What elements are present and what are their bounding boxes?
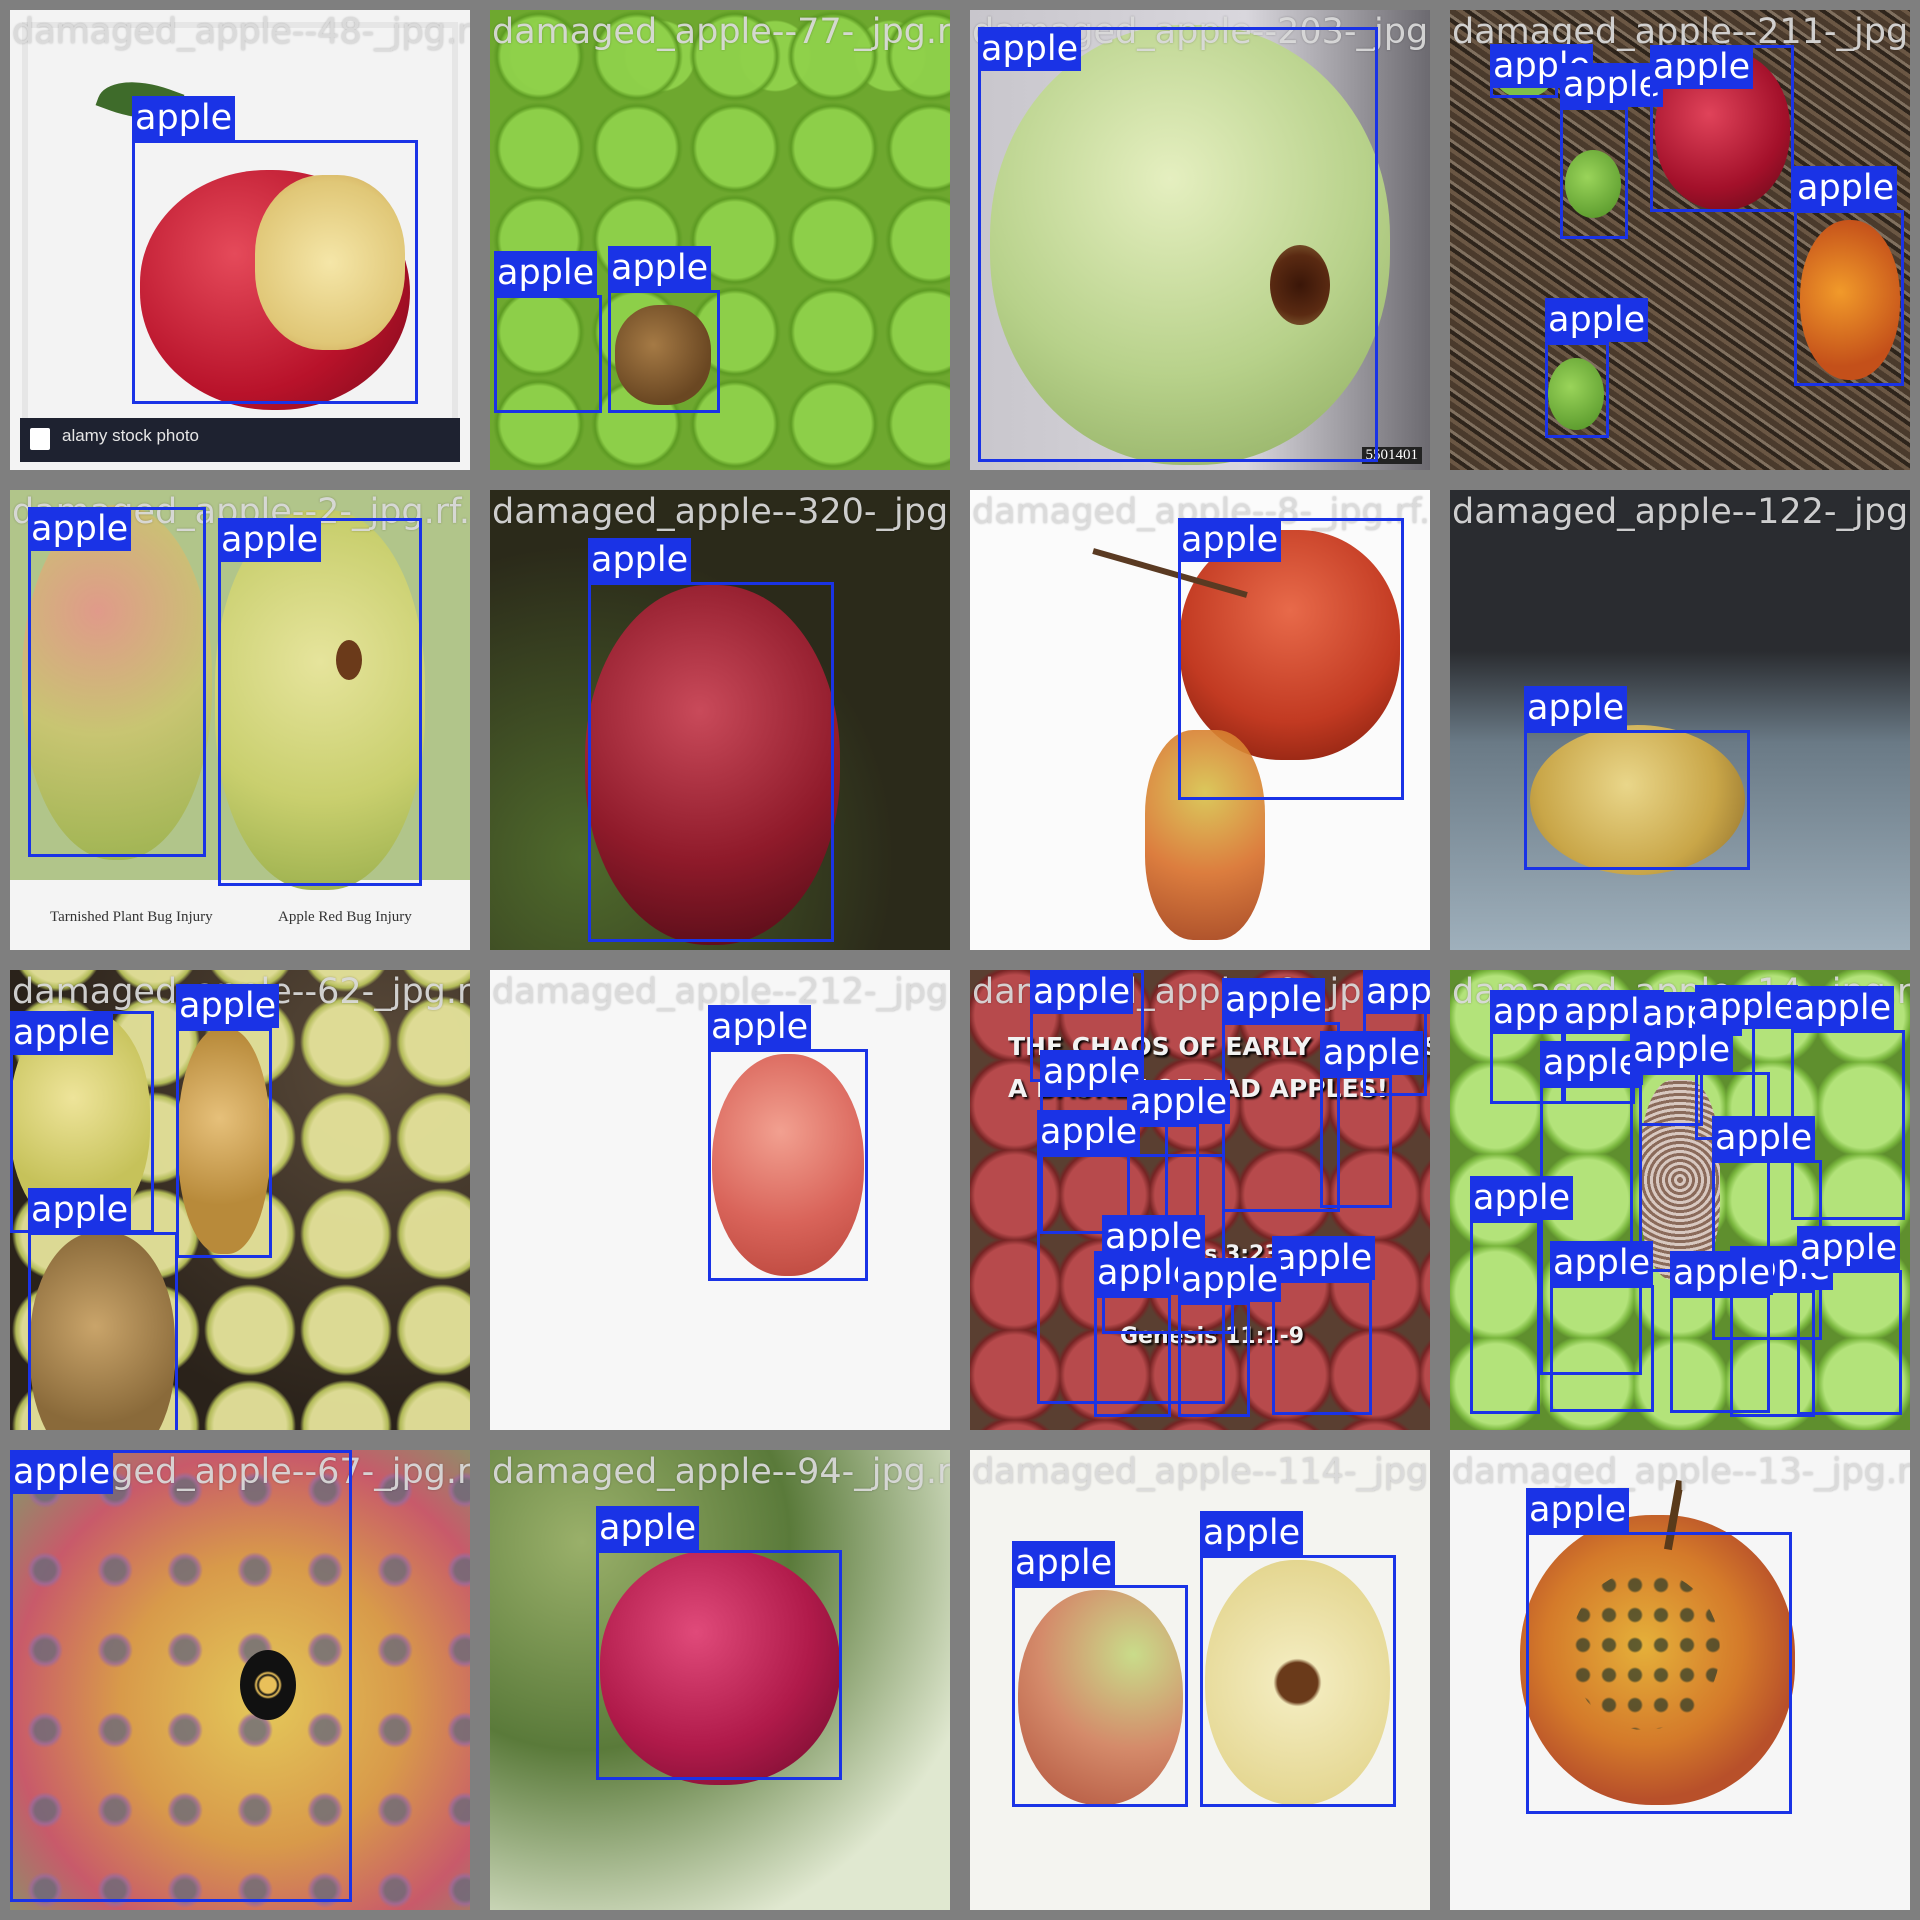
image-tile: alamy stock photo damaged_apple--48-_jpg.… bbox=[10, 10, 470, 470]
detection-label: apple bbox=[1526, 1488, 1630, 1532]
detection-box: apple bbox=[1094, 1251, 1198, 1417]
detection-label: apple bbox=[1540, 1041, 1644, 1085]
image-tile: THE CHAOS OF EARLY GENESISA BASKET OF BA… bbox=[970, 970, 1430, 1430]
detection-box: apple bbox=[1524, 686, 1750, 870]
detection-box: apple bbox=[1490, 44, 1594, 98]
detection-box: apple bbox=[28, 507, 206, 857]
detection-label: apple bbox=[1545, 298, 1649, 342]
detection-label: apple bbox=[596, 1506, 700, 1550]
detection-box: apple bbox=[1545, 298, 1649, 438]
detection-box: apple bbox=[596, 1506, 842, 1780]
image-tile: damaged_apple--8-_jpg.rf. apple bbox=[970, 490, 1430, 950]
detection-label: apple bbox=[608, 246, 712, 290]
detection-box: apple bbox=[708, 1005, 868, 1281]
detection-label: apple bbox=[1178, 1258, 1282, 1302]
detection-label: apple bbox=[978, 27, 1082, 71]
detection-label: apple bbox=[1712, 1116, 1816, 1160]
detection-label: apple bbox=[28, 1188, 132, 1232]
detection-box: apple bbox=[1550, 1241, 1654, 1412]
detection-label: apple bbox=[132, 96, 236, 140]
detection-label: apple bbox=[1030, 970, 1134, 1014]
detection-label: apple bbox=[1550, 1241, 1654, 1285]
detection-box: apple bbox=[1797, 1226, 1902, 1415]
detection-box: apple bbox=[132, 96, 418, 404]
detection-box: apple bbox=[608, 246, 720, 413]
detection-label: apple bbox=[1320, 1031, 1424, 1075]
detection-label: apple bbox=[1791, 986, 1895, 1030]
detection-label: apple bbox=[1524, 686, 1628, 730]
detection-label: apple bbox=[218, 518, 322, 562]
detection-box: apple bbox=[28, 1188, 178, 1430]
image-tile: Tarnished Plant Bug Injury Apple Red Bug … bbox=[10, 490, 470, 950]
detection-label: apple bbox=[1470, 1176, 1574, 1220]
detection-label: apple bbox=[1560, 63, 1664, 107]
detection-label: apple bbox=[1272, 1236, 1376, 1280]
left-caption: Tarnished Plant Bug Injury bbox=[50, 909, 213, 925]
stock-logo-icon bbox=[30, 428, 50, 450]
image-tile: damaged_apple--13-_jpg.rf. apple bbox=[1450, 1450, 1910, 1910]
detection-box: apple bbox=[1012, 1541, 1188, 1807]
tile-photo bbox=[1450, 490, 1910, 950]
detection-box: apple bbox=[1526, 1488, 1792, 1814]
image-tile: 5501401 damaged_apple--203-_jpg.rf. apple bbox=[970, 10, 1430, 470]
detection-label: apple bbox=[1794, 166, 1898, 210]
detection-label: apple bbox=[1363, 970, 1430, 1014]
detection-mosaic: alamy stock photo damaged_apple--48-_jpg.… bbox=[0, 0, 1920, 1920]
detection-box: apple bbox=[1470, 1176, 1574, 1414]
detection-label: apple bbox=[1650, 45, 1754, 89]
stock-caption-strip: alamy stock photo bbox=[20, 418, 460, 462]
image-tile: damaged_apple--67-_jpg.rf. apple bbox=[10, 1450, 470, 1910]
detection-label: apple bbox=[494, 251, 598, 295]
detection-label: apple bbox=[708, 1005, 812, 1049]
detection-box: apple bbox=[1560, 63, 1664, 239]
detection-label: apple bbox=[1012, 1541, 1116, 1585]
image-tile: damaged_apple--62-_jpg.rf.appleappleappl… bbox=[10, 970, 470, 1430]
image-tile: damaged_apple--212-_jpg.rf. apple bbox=[490, 970, 950, 1430]
image-tile: damaged_apple--211-_jpg.rf. apple apple app… bbox=[1450, 10, 1910, 470]
detection-box: apple bbox=[1320, 1031, 1424, 1208]
stock-caption: alamy stock photo bbox=[62, 426, 200, 445]
detection-box: apple bbox=[1794, 166, 1904, 386]
image-tile: damaged_apple--94-_jpg.rf. apple bbox=[490, 1450, 950, 1910]
detection-label: apple bbox=[1695, 985, 1799, 1029]
detection-label: apple bbox=[1670, 1251, 1774, 1295]
detection-box: apple bbox=[1178, 1258, 1282, 1417]
detection-box: apple bbox=[218, 518, 422, 886]
detection-label: apple bbox=[1630, 1028, 1734, 1072]
image-tile: damaged_apple--77-_jpg.rf. apple apple bbox=[490, 10, 950, 470]
detection-label: apple bbox=[176, 984, 280, 1028]
detection-box: apple bbox=[1272, 1236, 1376, 1415]
detection-box: apple bbox=[176, 984, 280, 1258]
detection-box: apple bbox=[1650, 45, 1794, 212]
detection-box: apple bbox=[494, 251, 602, 413]
image-tile: damaged_apple--114-_jpg.rf. apple apple bbox=[970, 1450, 1430, 1910]
detection-box: apple bbox=[10, 1450, 352, 1902]
detection-box: apple bbox=[1670, 1251, 1774, 1413]
detection-label: apple bbox=[10, 1450, 114, 1494]
detection-box: apple bbox=[588, 538, 834, 942]
right-caption: Apple Red Bug Injury bbox=[278, 909, 412, 925]
detection-label: apple bbox=[1037, 1110, 1141, 1154]
image-tile: damaged_apple--320-_jpg.rf. apple bbox=[490, 490, 950, 950]
detection-label: apple bbox=[1222, 978, 1326, 1022]
detection-label: apple bbox=[1200, 1511, 1304, 1555]
detection-box: apple bbox=[1200, 1511, 1396, 1807]
image-tile: damaged_apple--14-_jpg.rf.appleappleappl… bbox=[1450, 970, 1910, 1430]
detection-box: apple bbox=[978, 27, 1378, 462]
detection-label: apple bbox=[1127, 1080, 1231, 1124]
detection-label: apple bbox=[1797, 1226, 1901, 1270]
detection-label: apple bbox=[588, 538, 692, 582]
detection-box: apple bbox=[1178, 518, 1404, 800]
detection-label: apple bbox=[1178, 518, 1282, 562]
image-tile: damaged_apple--122-_jpg.rf. apple bbox=[1450, 490, 1910, 950]
detection-label: apple bbox=[28, 507, 132, 551]
detection-label: apple bbox=[10, 1011, 114, 1055]
